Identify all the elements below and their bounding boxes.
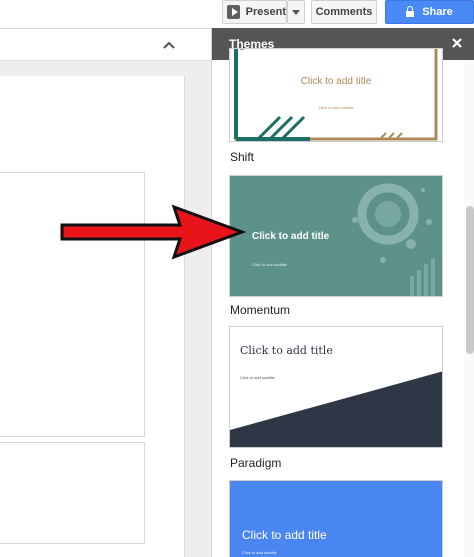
thumb-subtitle: Click to add subtitle xyxy=(318,105,354,110)
app-window: Present Comments Share Themes Click to a… xyxy=(0,0,474,557)
share-label: Share xyxy=(422,6,453,18)
caret-down-icon xyxy=(292,9,300,15)
comments-button[interactable]: Comments xyxy=(311,0,377,24)
thumb-title: Click to add title xyxy=(252,231,330,242)
theme-thumb-blue[interactable]: Click to add title Click to add subtitle xyxy=(229,480,443,557)
theme-thumb-shift[interactable]: Click to add title Click to add subtitle xyxy=(229,48,443,142)
thumb-subtitle: Click to add subtitle xyxy=(252,262,287,267)
close-icon[interactable] xyxy=(450,36,464,50)
theme-thumb-paradigm[interactable]: Click to add title Click to add subtitle xyxy=(229,326,443,448)
share-button[interactable]: Share xyxy=(385,0,474,24)
present-options-button[interactable] xyxy=(287,0,305,24)
thumb-title: Click to add title xyxy=(242,528,327,542)
themes-scrollbar-thumb[interactable] xyxy=(466,206,474,354)
slide-editor xyxy=(0,28,211,557)
play-icon xyxy=(227,5,240,19)
theme-label-momentum: Momentum xyxy=(230,303,291,317)
top-toolbar: Present Comments Share xyxy=(0,0,474,28)
theme-label-paradigm: Paradigm xyxy=(230,456,282,470)
slide-canvas[interactable] xyxy=(0,76,185,557)
theme-thumb-momentum[interactable]: Click to add title Click to add subtitle xyxy=(229,175,443,297)
theme-label-shift: Shift xyxy=(230,150,255,164)
present-button[interactable]: Present xyxy=(222,0,287,24)
thumb-title: Click to add title xyxy=(240,344,333,357)
subtitle-placeholder[interactable] xyxy=(0,442,145,544)
comments-label: Comments xyxy=(315,6,373,18)
present-label: Present xyxy=(245,6,286,18)
red-arrow-annotation xyxy=(60,204,247,260)
shift-frame-graphic xyxy=(234,49,438,141)
chevron-up-icon[interactable] xyxy=(162,38,176,52)
editor-header xyxy=(0,29,211,61)
lock-icon xyxy=(406,5,415,17)
thumb-subtitle: Click to add subtitle xyxy=(240,375,275,380)
themes-panel: Themes Click to add title Click to add s… xyxy=(211,28,474,557)
thumb-subtitle: Click to add subtitle xyxy=(242,550,277,555)
thumb-title: Click to add title xyxy=(300,76,372,87)
